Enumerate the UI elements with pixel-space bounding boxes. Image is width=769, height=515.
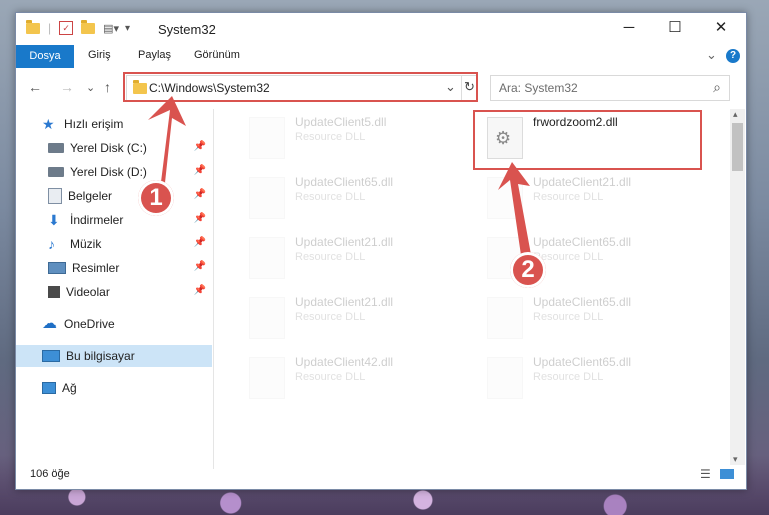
arrow-icon (498, 162, 532, 262)
callout-2: 2 (510, 252, 546, 288)
callout-1: 1 (138, 180, 174, 216)
arrow-overlay (148, 96, 532, 262)
arrow-icon (148, 96, 186, 192)
